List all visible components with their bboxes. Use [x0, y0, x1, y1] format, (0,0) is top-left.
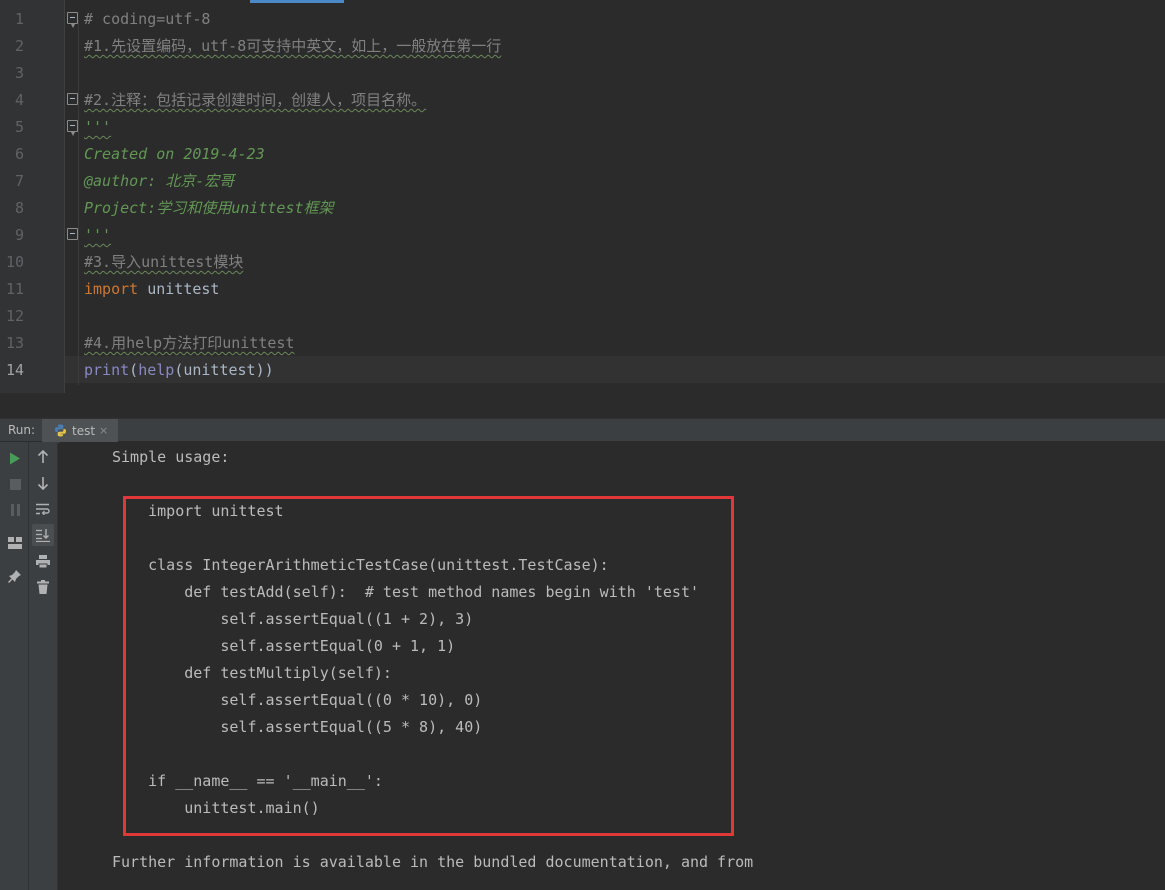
stop-icon[interactable]	[4, 473, 26, 495]
code-line-5: '''	[84, 118, 112, 136]
console-tools-toolbar	[29, 442, 58, 890]
line-number: 3	[14, 64, 24, 82]
code-line-6: Created on 2019-4-23	[84, 145, 265, 163]
code-line-10: #3.导入unittest模块	[84, 253, 244, 271]
pause-icon[interactable]	[4, 499, 26, 521]
line-number: 5	[14, 118, 24, 136]
line-number: 6	[14, 145, 24, 163]
line-number: 7	[14, 172, 24, 190]
soft-wrap-icon[interactable]	[32, 498, 54, 520]
scroll-to-end-icon[interactable]	[32, 524, 54, 546]
code-line-9: '''	[84, 226, 112, 244]
layout-icon[interactable]	[4, 532, 26, 554]
console-line: Simple usage:	[112, 448, 230, 466]
down-arrow-icon[interactable]	[32, 472, 54, 494]
up-arrow-icon[interactable]	[32, 446, 54, 468]
line-number: 14	[5, 361, 24, 379]
line-number: 9	[14, 226, 24, 244]
trash-icon[interactable]	[32, 576, 54, 598]
line-number: 2	[14, 37, 24, 55]
code-line-13: #4.用help方法打印unittest	[84, 334, 295, 352]
print-icon[interactable]	[32, 550, 54, 572]
line-number: 4	[14, 91, 24, 109]
code-line-11: import unittest	[84, 280, 220, 298]
code-line-14: print(help(unittest))	[84, 361, 274, 379]
indent-guide	[78, 20, 79, 385]
code-editor[interactable]: 1 2 3 4 5 6 7 8 9 10 11 12 13 14 # coding=utf-8 #1.先设…	[0, 0, 1165, 393]
line-number: 13	[5, 334, 24, 352]
active-tab-indicator	[250, 0, 344, 3]
run-toolwindow-header: Run: test ×	[0, 418, 1165, 443]
python-icon	[55, 424, 66, 437]
code-line-4: #2.注释：包括记录创建时间，创建人，项目名称。	[84, 91, 427, 109]
line-number: 12	[5, 307, 24, 325]
run-tab-label: test	[72, 424, 96, 438]
console-line: Further information is available in the …	[112, 853, 754, 871]
run-label: Run:	[8, 423, 36, 437]
fold-icon[interactable]	[67, 93, 78, 105]
line-number: 11	[5, 280, 24, 298]
fold-icon[interactable]	[67, 120, 78, 136]
highlight-box	[123, 496, 734, 836]
line-number: 10	[5, 253, 24, 271]
fold-icon[interactable]	[67, 228, 78, 240]
fold-icon[interactable]	[67, 12, 78, 28]
code-line-1: # coding=utf-8	[84, 10, 211, 28]
pin-icon[interactable]	[4, 565, 26, 587]
run-tab-test[interactable]: test ×	[42, 419, 118, 443]
line-number: 8	[14, 199, 24, 217]
code-line-2: #1.先设置编码，utf-8可支持中英文，如上，一般放在第一行	[84, 37, 502, 55]
run-icon[interactable]	[4, 447, 26, 469]
code-line-7: @author: 北京-宏哥	[84, 172, 235, 190]
run-controls-toolbar	[0, 442, 29, 890]
close-icon[interactable]: ×	[99, 424, 108, 437]
line-number: 1	[14, 10, 24, 28]
run-console-output[interactable]: Simple usage: import unittest class Inte…	[59, 442, 1165, 890]
code-line-8: Project:学习和使用unittest框架	[84, 199, 334, 217]
